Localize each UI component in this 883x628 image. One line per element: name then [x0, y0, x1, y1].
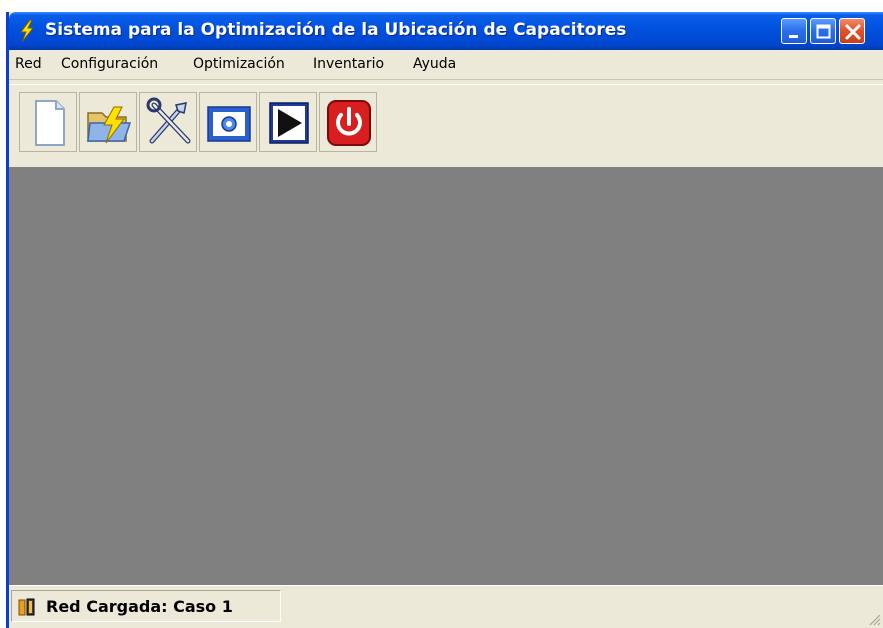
new-button[interactable] — [19, 92, 77, 152]
tools-button[interactable] — [139, 92, 197, 152]
menu-inventario[interactable]: Inventario — [311, 56, 386, 74]
lightning-bolt-icon — [17, 19, 37, 43]
maximize-icon — [816, 24, 831, 39]
run-button[interactable] — [259, 92, 317, 152]
power-icon — [327, 100, 371, 146]
open-button[interactable] — [79, 92, 137, 152]
network-loaded-icon — [18, 597, 36, 617]
status-bar: Red Cargada: Caso 1 — [9, 585, 883, 628]
status-panel: Red Cargada: Caso 1 — [11, 590, 281, 622]
app-window: Sistema para la Optimización de la Ubica… — [6, 12, 883, 628]
menu-red[interactable]: Red — [13, 56, 44, 74]
tools-icon — [146, 97, 191, 144]
maximize-button[interactable] — [810, 18, 836, 44]
status-text: Red Cargada: Caso 1 — [46, 597, 233, 616]
open-folder-icon — [87, 106, 132, 144]
settings-window-icon — [207, 106, 251, 142]
run-play-icon — [269, 102, 309, 144]
mdi-client-area — [9, 167, 883, 585]
minimize-icon — [789, 35, 798, 38]
exit-button[interactable] — [319, 92, 377, 152]
menu-configuracion[interactable]: Configuración — [59, 56, 160, 74]
close-icon — [845, 24, 861, 40]
settings-button[interactable] — [199, 92, 257, 152]
toolbar — [9, 84, 883, 170]
close-button[interactable] — [839, 18, 865, 44]
menu-ayuda[interactable]: Ayuda — [411, 56, 458, 74]
minimize-button[interactable] — [781, 18, 807, 44]
menu-bar: Red Configuración Optimización Inventari… — [9, 50, 883, 80]
window-title: Sistema para la Optimización de la Ubica… — [45, 20, 627, 40]
menu-optimizacion[interactable]: Optimización — [191, 56, 287, 74]
resize-grip-icon[interactable] — [867, 612, 881, 626]
title-bar[interactable]: Sistema para la Optimización de la Ubica… — [9, 12, 883, 50]
new-document-icon — [35, 100, 65, 146]
